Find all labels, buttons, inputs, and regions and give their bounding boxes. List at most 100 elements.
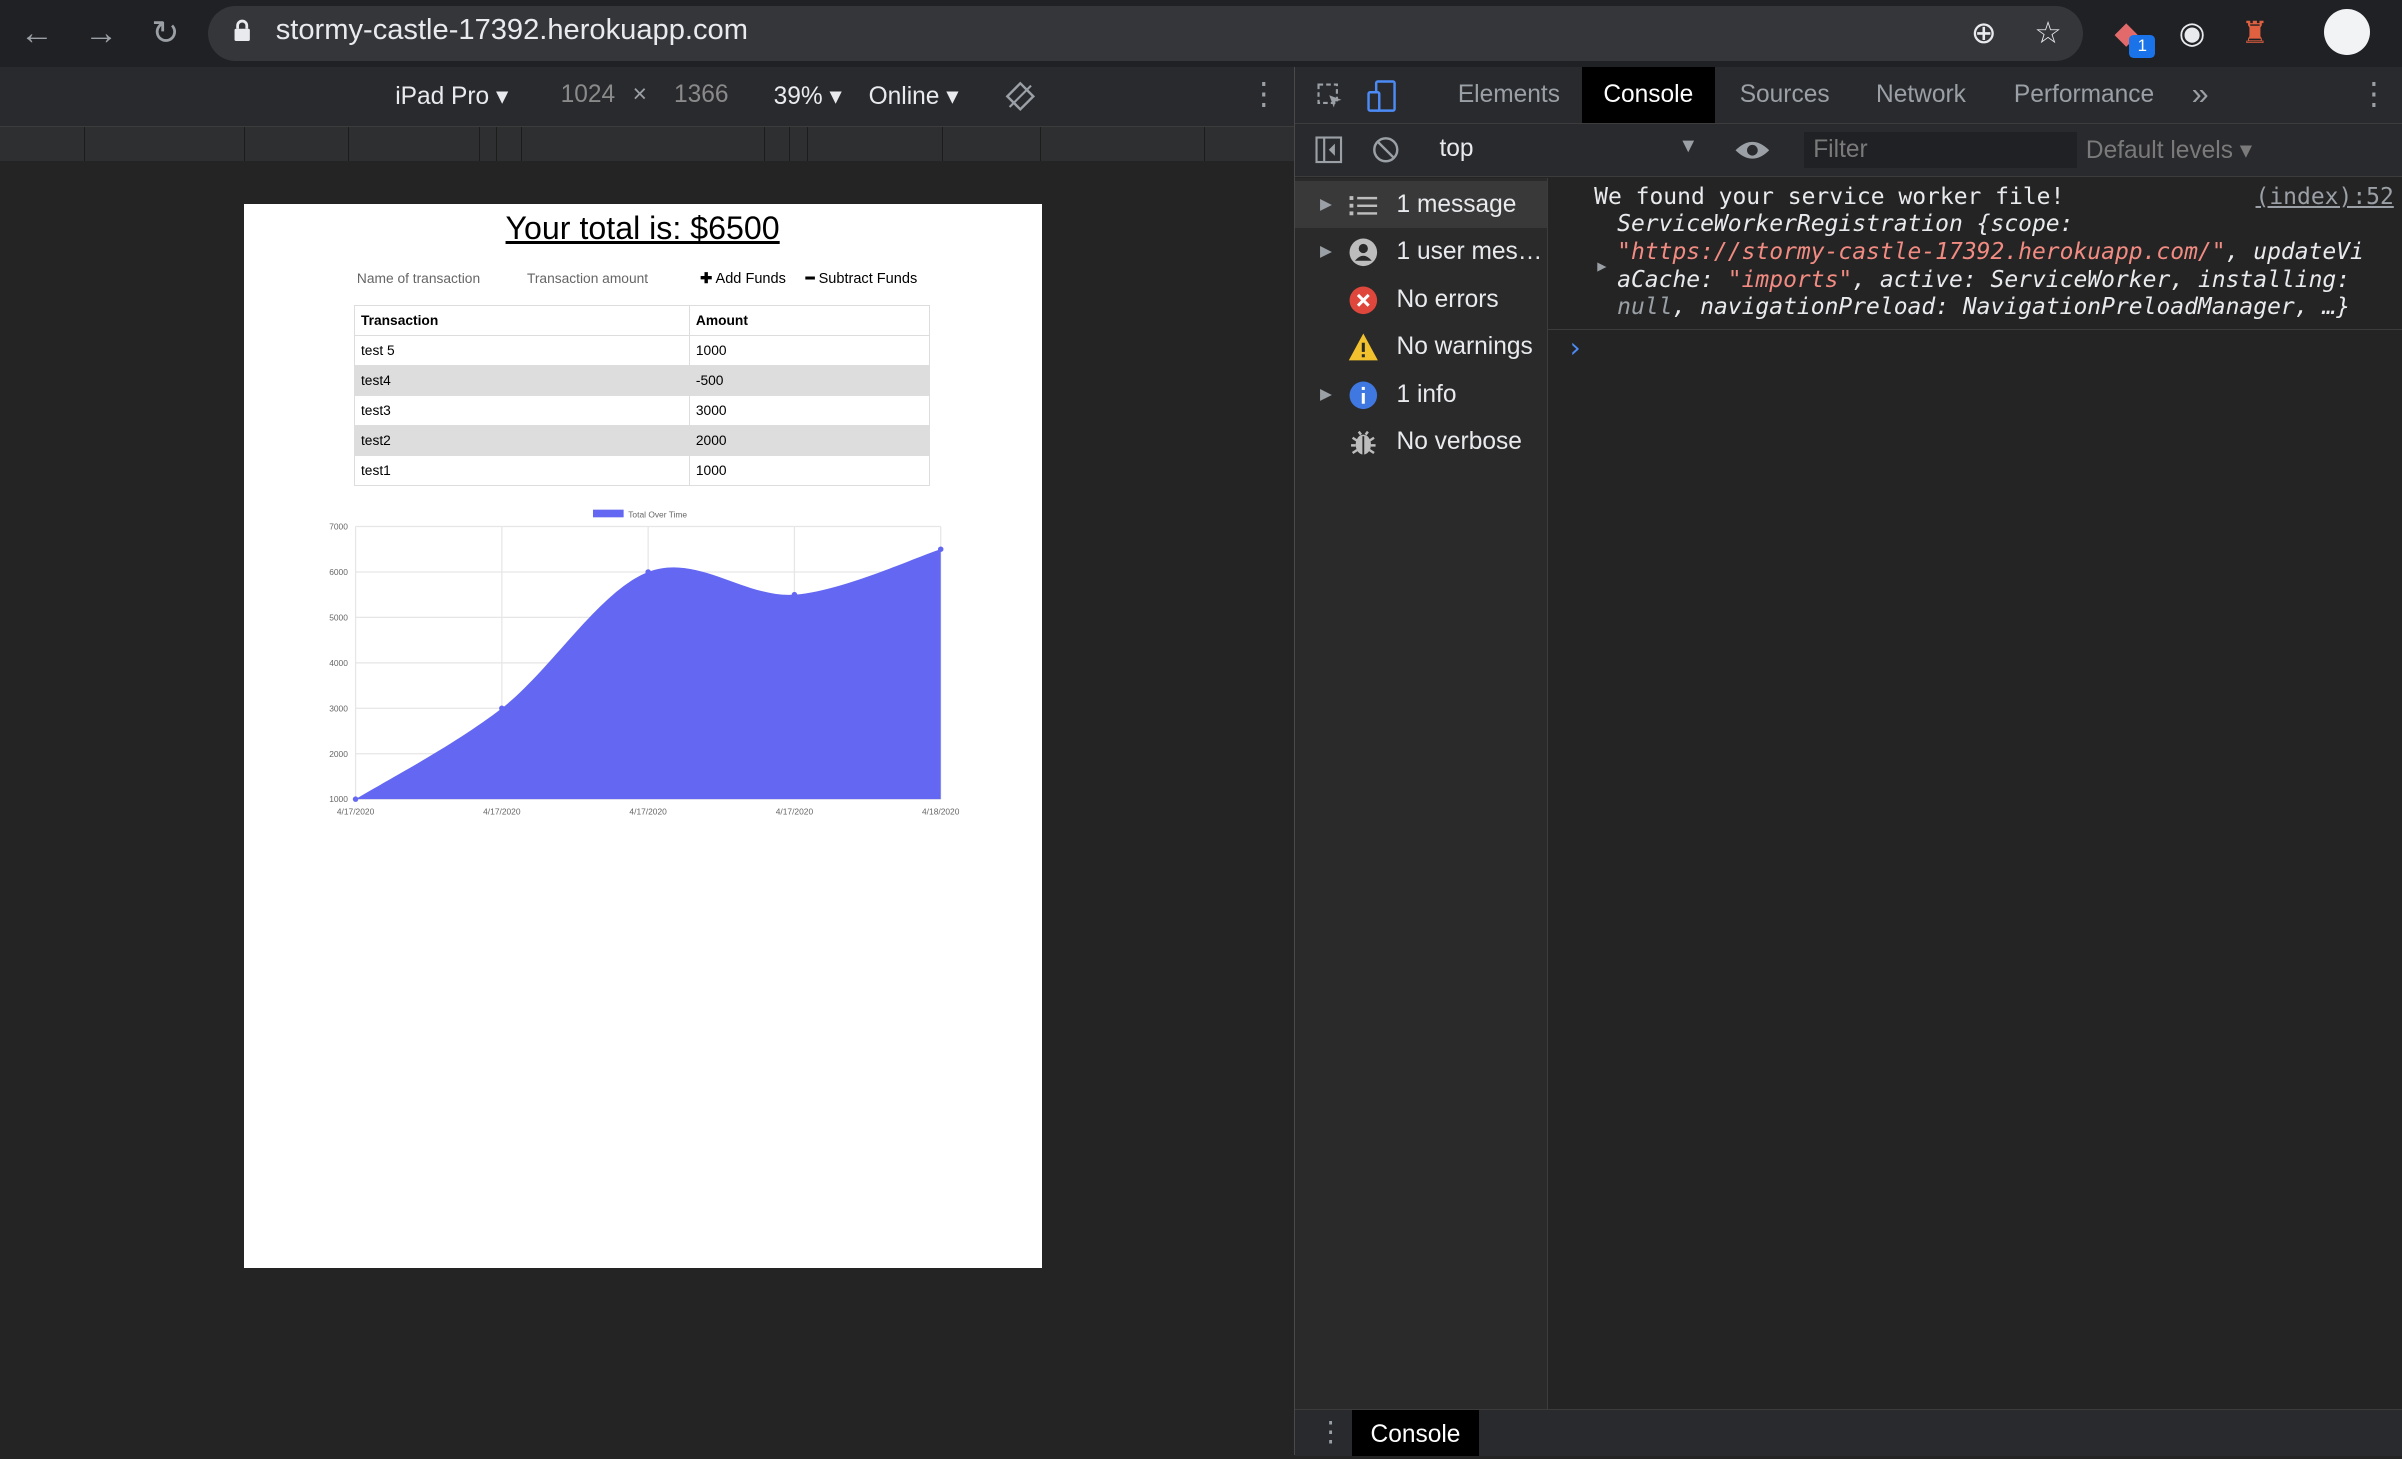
y-tick-label: 5000 bbox=[329, 613, 348, 623]
table-cell: test1 bbox=[353, 455, 690, 487]
object-preview-line[interactable]: "https://stormy-castle-17392.herokuapp.c… bbox=[1617, 239, 2364, 265]
x-tick-label: 4/17/2020 bbox=[629, 807, 667, 817]
tab-network[interactable]: Network bbox=[1876, 67, 1966, 122]
error-icon bbox=[1349, 286, 1377, 314]
list-icon bbox=[1349, 196, 1377, 216]
table-cell: -500 bbox=[688, 365, 930, 397]
network-select[interactable]: Online ▾ bbox=[869, 81, 959, 111]
x-tick-label: 4/17/2020 bbox=[776, 807, 814, 817]
add-funds-button[interactable]: ✚ Add Funds bbox=[700, 270, 786, 287]
expand-arrow-icon[interactable]: ▶ bbox=[1320, 371, 1332, 418]
sidebar-item-warnings[interactable]: No warnings bbox=[1295, 323, 1546, 370]
back-icon[interactable]: ← bbox=[15, 12, 58, 55]
zoom-select[interactable]: 39% ▾ bbox=[774, 81, 842, 111]
object-preview-line[interactable]: aCache: "imports", active: ServiceWorker… bbox=[1617, 267, 2350, 293]
url-text: stormy-castle-17392.herokuapp.com bbox=[275, 13, 748, 46]
tab-sources[interactable]: Sources bbox=[1740, 67, 1830, 122]
console-sidebar: ▶ 1 message ▶ 1 user mes… No errors No w… bbox=[1295, 177, 1548, 1410]
browser-toolbar: ← → ↻ stormy-castle-17392.herokuapp.com … bbox=[0, 0, 2402, 68]
device-select[interactable]: iPad Pro ▾ bbox=[395, 81, 508, 111]
y-tick-label: 4000 bbox=[329, 658, 348, 668]
sidebar-item-verbose[interactable]: No verbose bbox=[1295, 418, 1546, 465]
more-options-icon[interactable]: ⋮ bbox=[1248, 77, 1279, 112]
tab-console[interactable]: Console bbox=[1581, 67, 1715, 123]
expand-object-icon[interactable]: ▶ bbox=[1597, 257, 1606, 275]
sidebar-item-messages[interactable]: ▶ 1 message bbox=[1295, 180, 1547, 229]
width-field[interactable]: 1024 bbox=[561, 81, 616, 109]
emulated-page: Your total is: $6500 Name of transaction… bbox=[243, 203, 1042, 1269]
filter-input[interactable]: Filter bbox=[1804, 131, 2077, 169]
media-query-bar bbox=[0, 127, 1295, 161]
series-area bbox=[355, 549, 941, 800]
legend-label: Total Over Time bbox=[628, 510, 687, 520]
source-link[interactable]: (index):52 bbox=[2256, 184, 2394, 210]
forward-icon[interactable]: → bbox=[80, 12, 123, 55]
transaction-amount-input[interactable]: Transaction amount bbox=[527, 271, 648, 286]
sidebar-toggle-icon[interactable] bbox=[1315, 136, 1343, 164]
table-cell: 1000 bbox=[688, 455, 930, 487]
transactions-table: Transaction Amount test 5 1000 test4 -500 … bbox=[353, 304, 930, 487]
chevron-down-icon[interactable]: ▼ bbox=[1678, 135, 1698, 158]
data-point bbox=[645, 569, 651, 576]
devtools-tab-bar: Elements Console Sources Network Perform… bbox=[1295, 67, 2402, 124]
console-output: We found your service worker file! (inde… bbox=[1548, 178, 2402, 1410]
context-select[interactable]: top bbox=[1439, 135, 1473, 163]
subtract-funds-button[interactable]: ━ Subtract Funds bbox=[806, 270, 917, 287]
table-row: test3 3000 bbox=[353, 395, 930, 427]
table-cell: 2000 bbox=[688, 425, 930, 457]
table-cell: 1000 bbox=[688, 334, 930, 367]
bookmark-star-icon[interactable]: ☆ bbox=[2030, 15, 2067, 52]
eye-icon[interactable] bbox=[1734, 138, 1771, 163]
table-row: test4 -500 bbox=[353, 365, 930, 397]
console-prompt-icon[interactable]: › bbox=[1567, 331, 1584, 364]
table-row: test 5 1000 bbox=[353, 334, 930, 367]
expand-arrow-icon[interactable]: ▶ bbox=[1320, 228, 1332, 275]
object-preview-line[interactable]: null, navigationPreload: NavigationPrelo… bbox=[1617, 294, 2350, 320]
inspect-element-icon[interactable] bbox=[1317, 83, 1345, 111]
data-point bbox=[791, 592, 798, 598]
x-tick-label: 4/17/2020 bbox=[337, 807, 375, 817]
table-cell: test 5 bbox=[353, 334, 690, 367]
legend-swatch bbox=[592, 510, 624, 518]
drawer-menu-icon[interactable]: ⋮ bbox=[1317, 1415, 1345, 1448]
add-to-home-icon[interactable]: ⊕ bbox=[1965, 15, 2002, 52]
minus-icon: ━ bbox=[805, 270, 815, 287]
data-point bbox=[937, 546, 944, 553]
tab-performance[interactable]: Performance bbox=[2014, 67, 2154, 122]
dimension-times: × bbox=[632, 81, 647, 109]
rotate-icon[interactable] bbox=[1005, 81, 1036, 112]
lighthouse-icon[interactable]: ♜ bbox=[2237, 15, 2274, 52]
avatar[interactable] bbox=[2323, 9, 2370, 56]
info-icon bbox=[1349, 381, 1377, 409]
plus-icon: ✚ bbox=[700, 270, 713, 287]
extension-badge: 1 bbox=[2129, 35, 2156, 59]
transaction-name-input[interactable]: Name of transaction bbox=[357, 271, 480, 286]
table-row: test2 2000 bbox=[353, 425, 930, 457]
lock-icon bbox=[234, 20, 250, 42]
json-extension-icon[interactable]: ◉ bbox=[2174, 15, 2211, 52]
data-point bbox=[352, 796, 359, 803]
sidebar-item-info[interactable]: ▶ 1 info bbox=[1295, 371, 1546, 418]
height-field[interactable]: 1366 bbox=[674, 81, 729, 109]
expand-arrow-icon[interactable]: ▶ bbox=[1320, 181, 1332, 228]
sidebar-item-errors[interactable]: No errors bbox=[1295, 276, 1546, 323]
sidebar-item-user-messages[interactable]: ▶ 1 user mes… bbox=[1295, 228, 1546, 275]
clear-console-icon[interactable] bbox=[1372, 136, 1400, 164]
drawer-tab-console[interactable]: Console bbox=[1352, 1410, 1479, 1457]
console-message: We found your service worker file! bbox=[1594, 183, 2065, 210]
y-tick-label: 1000 bbox=[329, 795, 348, 805]
table-row: test1 1000 bbox=[353, 455, 930, 487]
x-tick-label: 4/18/2020 bbox=[922, 807, 960, 817]
devtools-menu-icon[interactable]: ⋮ bbox=[2359, 67, 2390, 122]
device-toolbar: iPad Pro ▾ 1024 × 1366 39% ▾ Online ▾ ⋮ bbox=[0, 67, 1295, 127]
device-toolbar-toggle-icon[interactable] bbox=[1367, 79, 1398, 114]
more-tabs-icon[interactable]: » bbox=[2192, 67, 2209, 122]
reload-icon[interactable]: ↻ bbox=[144, 12, 187, 55]
console-toolbar: top ▼ Filter Default levels ▾ bbox=[1295, 124, 2402, 178]
user-icon bbox=[1349, 238, 1377, 267]
object-preview-line[interactable]: ServiceWorkerRegistration {scope: bbox=[1617, 211, 2073, 237]
devtools-panel: Elements Console Sources Network Perform… bbox=[1294, 67, 2402, 1457]
tab-elements[interactable]: Elements bbox=[1458, 67, 1560, 122]
drawer-bar: ⋮ Console bbox=[1295, 1409, 2402, 1457]
log-levels-select[interactable]: Default levels ▾ bbox=[2086, 135, 2252, 165]
